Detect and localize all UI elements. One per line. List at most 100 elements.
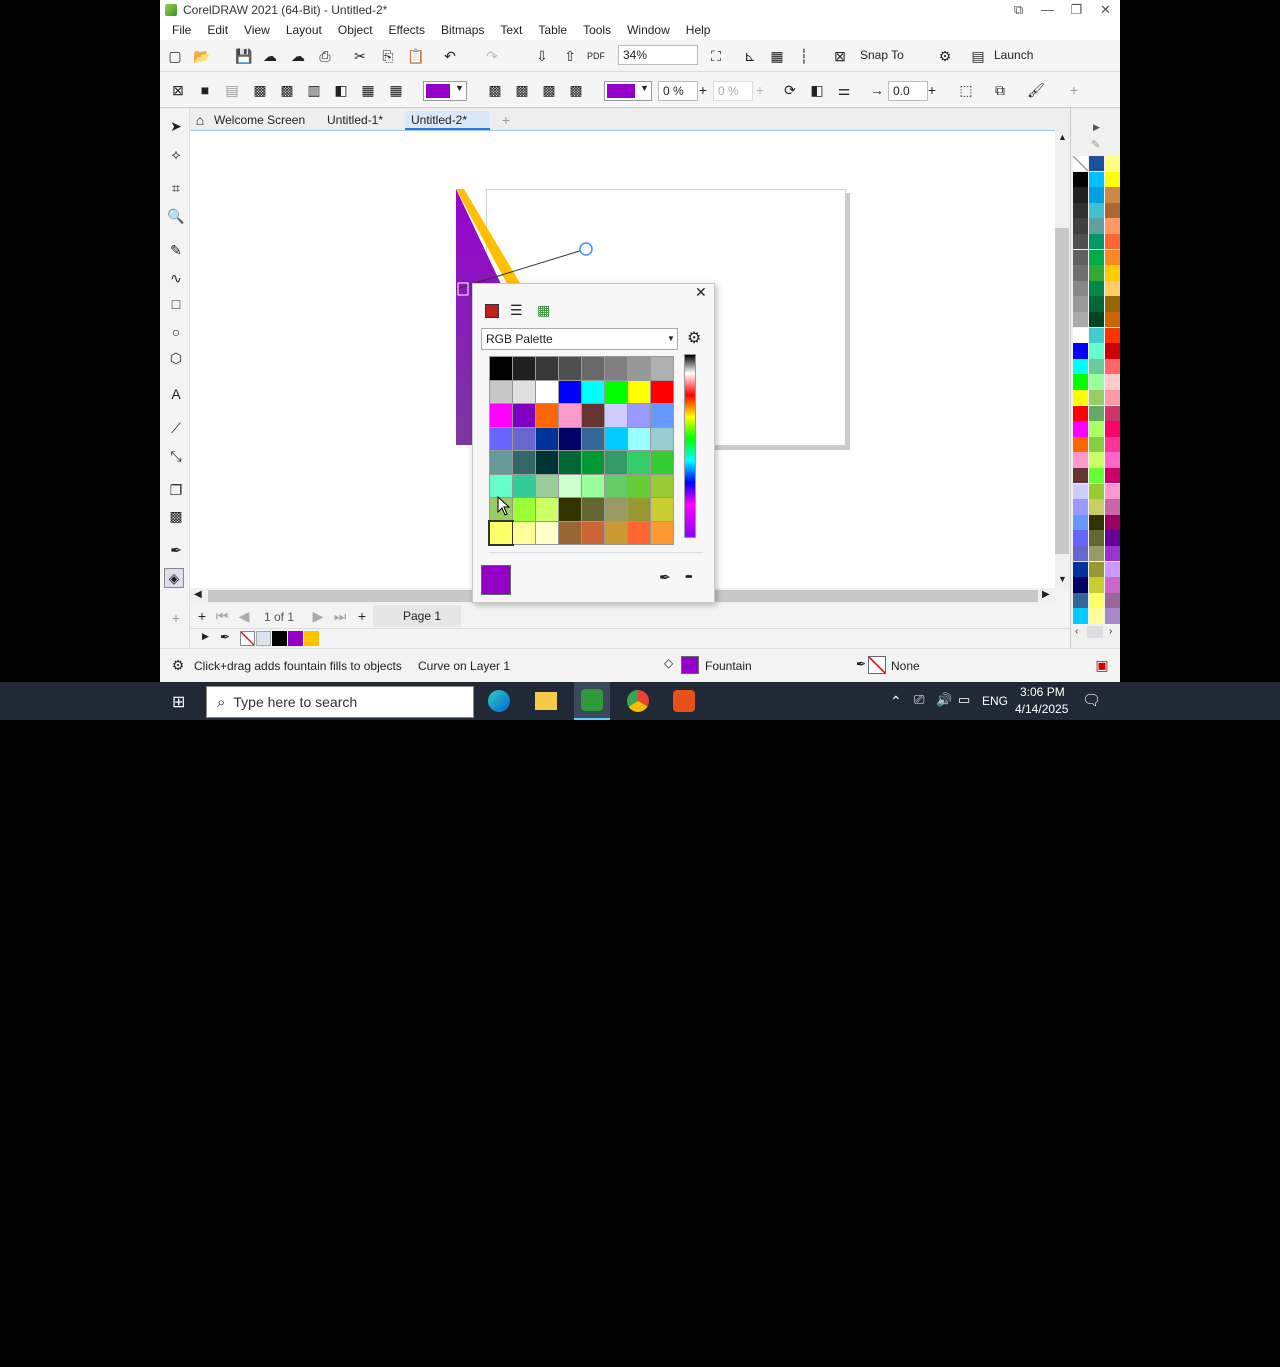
palette-swatch[interactable] [1073, 171, 1088, 187]
palette-swatch[interactable] [1089, 296, 1104, 312]
connector-tool-icon[interactable]: ⤡ [166, 446, 186, 466]
palette-scroll-left-icon[interactable]: ‹ [1075, 626, 1078, 637]
palette-swatch[interactable] [1073, 608, 1088, 624]
rectangle-tool-icon[interactable]: □ [166, 294, 186, 314]
palette-swatch[interactable] [582, 427, 604, 450]
vertical-scroll-thumb[interactable] [1055, 228, 1069, 554]
palette-swatch[interactable] [536, 357, 558, 380]
palette-swatch[interactable] [1073, 249, 1088, 265]
scroll-down-icon[interactable]: ▼ [1058, 574, 1067, 584]
snap-to-dropdown[interactable]: Snap To [860, 48, 904, 62]
last-page-icon[interactable]: ⏭ [330, 606, 350, 626]
fill-color-picker[interactable]: ▼ [423, 81, 467, 101]
doc-swatch-black[interactable] [272, 631, 287, 646]
menu-file[interactable]: File [164, 23, 199, 37]
palette-swatch[interactable] [651, 404, 673, 427]
palette-swatch[interactable] [490, 404, 512, 427]
transparency-conical-icon[interactable]: ▩ [566, 80, 586, 100]
palette-swatch[interactable] [1105, 312, 1120, 328]
palette-swatch[interactable] [605, 404, 627, 427]
menu-view[interactable]: View [236, 23, 278, 37]
volume-icon[interactable]: 🔊 [936, 692, 952, 708]
meet-now-icon[interactable]: ⎚ [914, 692, 924, 708]
windows-start-icon[interactable]: ⊞ [172, 692, 185, 712]
scroll-right-icon[interactable]: ▶ [1042, 589, 1050, 600]
palette-swatch[interactable] [559, 404, 581, 427]
palette-swatch[interactable] [651, 474, 673, 497]
drop-shadow-icon[interactable]: ❐ [166, 480, 186, 500]
close-icon[interactable]: ✕ [695, 284, 707, 301]
zoom-level-field[interactable]: 34% [618, 45, 698, 65]
palette-swatch[interactable] [1073, 374, 1088, 390]
eyedropper-tool-icon[interactable]: ✒ [166, 540, 186, 560]
import-icon[interactable]: ⇩ [532, 46, 552, 66]
outline-status-swatch[interactable] [868, 656, 886, 674]
palette-swatch[interactable] [582, 474, 604, 497]
free-scale-icon[interactable]: ⬚ [956, 80, 976, 100]
palette-swatch[interactable] [1105, 280, 1120, 297]
rotation-arrow-icon[interactable]: → [867, 80, 887, 100]
interactive-fill-icon[interactable]: ◈ [164, 568, 184, 588]
palette-swatch[interactable] [536, 451, 558, 474]
palette-swatch[interactable] [605, 427, 627, 450]
palette-swatch[interactable] [513, 357, 535, 380]
no-fill-icon[interactable]: ⊠ [168, 80, 188, 100]
palette-swatch[interactable] [1089, 156, 1104, 172]
tab-untitled-2[interactable]: Untitled-2* [405, 111, 490, 130]
cloud-open-icon[interactable]: ☁ [260, 46, 280, 66]
palette-swatch[interactable] [513, 521, 535, 544]
palette-swatch[interactable] [1073, 390, 1088, 406]
palette-swatch[interactable] [1073, 312, 1088, 328]
palette-swatch[interactable] [1089, 561, 1104, 577]
plus-icon[interactable]: + [922, 80, 942, 100]
palette-swatch[interactable] [1089, 546, 1104, 562]
palette-swatch[interactable] [1105, 483, 1120, 499]
palette-swatch[interactable] [536, 474, 558, 497]
palette-swatch[interactable] [513, 474, 535, 497]
new-document-icon[interactable]: ▢ [165, 46, 185, 66]
taskbar-search-box[interactable]: ⌕ Type here to search [206, 686, 474, 718]
scroll-left-icon[interactable]: ◀ [194, 589, 202, 600]
palette-swatch[interactable] [1105, 265, 1120, 281]
mesh-fill-icon[interactable]: ▦ [386, 80, 406, 100]
palette-swatch[interactable] [559, 427, 581, 450]
palette-swatch[interactable] [559, 357, 581, 380]
transparency-tool-icon[interactable]: ▩ [166, 506, 186, 526]
palette-swatch[interactable] [513, 380, 535, 403]
palette-swatch[interactable] [605, 380, 627, 403]
new-tab-icon[interactable]: + [496, 110, 516, 130]
palette-swatch[interactable] [559, 451, 581, 474]
no-color-swatch[interactable] [240, 631, 255, 646]
menu-bitmaps[interactable]: Bitmaps [433, 23, 492, 37]
palette-swatch[interactable] [605, 357, 627, 380]
fountain-fill-icon[interactable]: ▤ [222, 80, 242, 100]
doc-swatch-gold[interactable] [304, 631, 319, 646]
cloud-save-icon[interactable]: ☁ [288, 46, 308, 66]
palette-swatch[interactable] [1073, 156, 1088, 172]
palette-swatch[interactable] [1073, 561, 1088, 577]
palette-swatch[interactable] [1105, 327, 1120, 343]
palette-swatch[interactable] [1105, 499, 1120, 515]
palette-swatch[interactable] [490, 380, 512, 403]
palette-eyedropper-icon[interactable]: ✎ [1091, 138, 1100, 151]
edit-fill-icon[interactable]: 🖌 [1026, 80, 1046, 100]
grid-icon[interactable]: ▦ [767, 46, 787, 66]
node-color-picker[interactable]: ▼ [604, 81, 652, 101]
add-page-icon[interactable]: + [192, 606, 212, 626]
palette-swatch[interactable] [628, 380, 650, 403]
palette-swatch[interactable] [490, 474, 512, 497]
palette-swatch[interactable] [1089, 608, 1104, 624]
palette-swatch[interactable] [1073, 296, 1088, 312]
menu-tools[interactable]: Tools [575, 23, 619, 37]
palette-swatch[interactable] [605, 521, 627, 544]
color-sliders-icon[interactable]: ☰ [510, 302, 523, 319]
palette-swatch[interactable] [536, 427, 558, 450]
palette-swatch[interactable] [536, 521, 558, 544]
palette-swatch[interactable] [1105, 452, 1120, 468]
ellipse-tool-icon[interactable]: ○ [166, 322, 186, 342]
palette-swatch[interactable] [490, 427, 512, 450]
chrome-icon[interactable] [627, 690, 649, 712]
palette-swatch[interactable] [1073, 280, 1088, 297]
palette-swatch[interactable] [1089, 374, 1104, 390]
palette-swatch[interactable] [605, 451, 627, 474]
